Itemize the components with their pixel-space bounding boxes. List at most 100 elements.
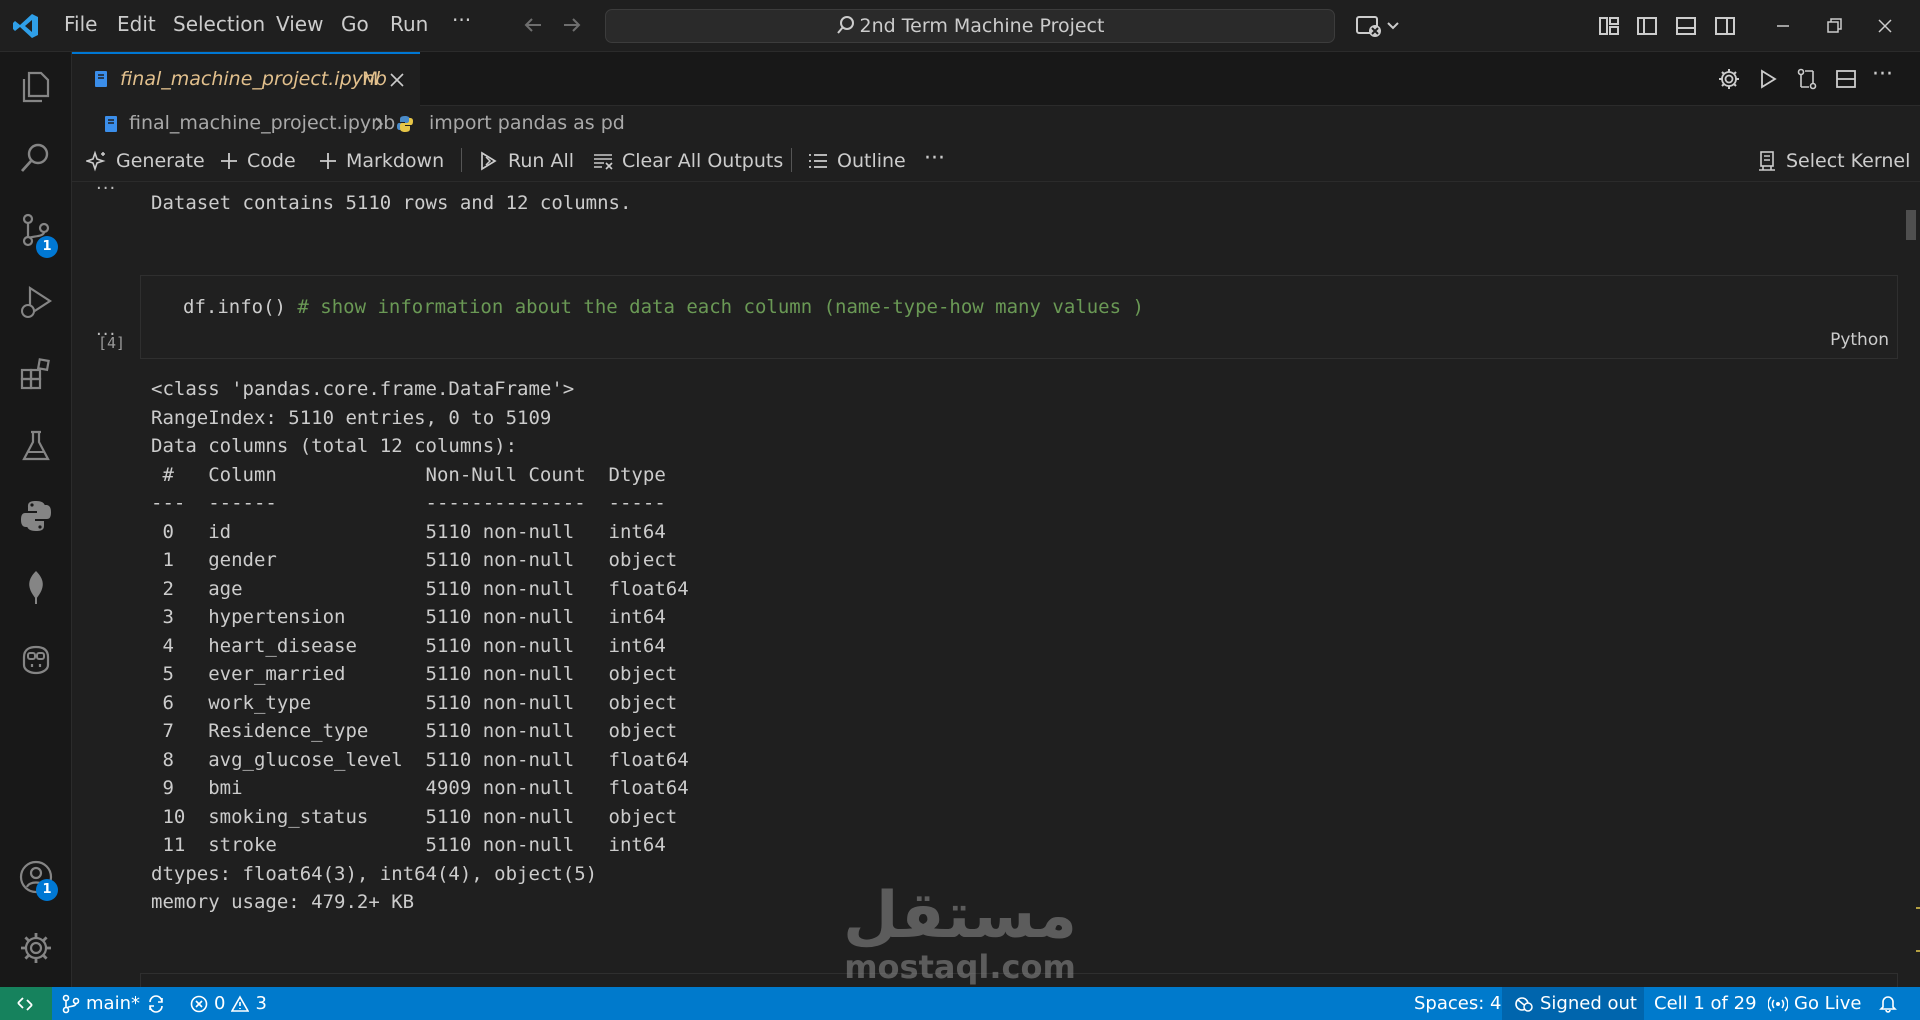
explorer-icon[interactable]	[18, 69, 54, 105]
sparkle-icon	[86, 150, 108, 172]
branch-indicator[interactable]: main*	[62, 993, 166, 1014]
output-more-icon[interactable]: ···	[96, 324, 116, 345]
notifications-bell-icon[interactable]	[1878, 993, 1898, 1013]
select-kernel-button[interactable]: Select Kernel	[1756, 147, 1910, 175]
menu-more-icon[interactable]: ···	[452, 8, 471, 32]
tab-final-machine-project[interactable]: final_machine_project.ipynb M	[72, 52, 420, 106]
menu-run[interactable]: Run	[390, 12, 428, 36]
outline-label: Outline	[837, 150, 906, 172]
copilot-icon[interactable]	[18, 641, 54, 677]
scrollbar-thumb[interactable]	[1906, 210, 1916, 240]
menu-file[interactable]: File	[64, 12, 97, 36]
notebook-settings-gear-icon[interactable]	[1717, 67, 1741, 91]
menu-edit[interactable]: Edit	[117, 12, 156, 36]
notebook-toolbar: Generate Code Markdown Run All Clear All…	[72, 142, 1920, 182]
toolbar-more-icon[interactable]: ···	[924, 146, 945, 171]
output-line: # Column Non-Null Count Dtype	[151, 463, 689, 486]
accounts-badge: 1	[36, 879, 58, 901]
run-debug-icon[interactable]	[18, 284, 54, 320]
vscode-logo-icon	[12, 12, 40, 40]
error-icon	[190, 995, 208, 1013]
cell-position-indicator[interactable]: Cell 1 of 29	[1654, 993, 1757, 1014]
problems-indicator[interactable]: 0 3	[190, 993, 267, 1014]
plus-icon	[219, 151, 239, 171]
output-line: memory usage: 479.2+ KB	[151, 891, 415, 913]
run-all-button[interactable]: Run All	[478, 147, 574, 175]
add-markdown-cell-button[interactable]: Markdown	[318, 147, 444, 175]
close-window-icon[interactable]	[1874, 15, 1896, 37]
menu-go[interactable]: Go	[341, 12, 369, 36]
search-icon	[836, 15, 856, 35]
toolbar-separator	[461, 148, 462, 172]
breadcrumb-file-icon	[104, 115, 118, 133]
code-label: Code	[247, 150, 296, 172]
clear-all-outputs-button[interactable]: Clear All Outputs	[592, 147, 783, 175]
code-cell[interactable]: df.info() # show information about the d…	[140, 275, 1898, 359]
clear-all-outputs-label: Clear All Outputs	[622, 150, 784, 172]
signed-out-highlight[interactable]: Signed out	[1502, 987, 1644, 1020]
copilot-menu-icon[interactable]	[1356, 14, 1400, 38]
python-icon[interactable]	[18, 498, 54, 534]
breadcrumb-chevron-icon	[372, 116, 386, 132]
mongodb-leaf-icon[interactable]	[18, 569, 54, 605]
output-line: --- ------ -------------- -----	[151, 492, 689, 514]
output-more-icon[interactable]: ···	[96, 182, 116, 199]
extensions-icon[interactable]	[18, 356, 54, 392]
accounts-sync-icon	[1514, 994, 1534, 1014]
toggle-secondary-sidebar-icon[interactable]	[1714, 15, 1736, 37]
remote-icon	[15, 994, 35, 1014]
toggle-panel-icon[interactable]	[1675, 15, 1697, 37]
customize-layout-icon[interactable]	[1598, 15, 1620, 37]
breadcrumb-file[interactable]: final_machine_project.ipynb	[129, 112, 395, 134]
menu-selection[interactable]: Selection	[173, 12, 265, 36]
output-line: 4 heart_disease 5110 non-null int64	[151, 634, 689, 657]
breadcrumb-python-icon	[396, 115, 414, 133]
tab-close-icon[interactable]	[388, 71, 406, 89]
back-arrow-icon[interactable]	[522, 14, 544, 36]
error-count: 0	[214, 993, 226, 1014]
remote-indicator[interactable]	[0, 987, 52, 1020]
indentation-label: Spaces: 4	[1414, 993, 1502, 1014]
output-line: 8 avg_glucose_level 5110 non-null float6…	[151, 748, 689, 771]
status-bar: main* 0 3 Spaces: 4 Signed out Cell 1 of…	[0, 987, 1920, 1020]
editor-more-actions-icon[interactable]: ···	[1872, 62, 1893, 87]
select-kernel-label: Select Kernel	[1786, 150, 1911, 172]
editor-scrollbar[interactable]	[1904, 182, 1918, 987]
notebook-file-icon	[94, 70, 108, 88]
outline-button[interactable]: Outline	[807, 147, 906, 175]
code-call: df.info()	[183, 296, 286, 318]
command-center-search[interactable]: 2nd Term Machine Project	[605, 9, 1335, 43]
add-code-cell-button[interactable]: Code	[219, 147, 296, 175]
split-editor-icon[interactable]	[1834, 67, 1858, 91]
indentation-indicator[interactable]: Spaces: 4	[1414, 993, 1501, 1014]
go-live-button[interactable]: Go Live	[1768, 993, 1861, 1014]
search-text: 2nd Term Machine Project	[859, 15, 1105, 37]
outline-list-icon	[807, 150, 829, 172]
generate-button[interactable]: Generate	[86, 147, 205, 175]
df-info-output: <class 'pandas.core.frame.DataFrame'> Ran…	[151, 375, 689, 917]
run-notebook-play-icon[interactable]	[1756, 67, 1780, 91]
menu-view[interactable]: View	[276, 12, 323, 36]
generate-label: Generate	[116, 150, 205, 172]
restore-icon[interactable]	[1823, 15, 1845, 37]
output-line: 1 gender 5110 non-null object	[151, 549, 689, 571]
forward-arrow-icon[interactable]	[561, 14, 583, 36]
watermark-logo: مستقل mostaql.com	[830, 882, 1090, 984]
watermark-latin: mostaql.com	[844, 948, 1076, 986]
cell-language[interactable]: Python	[1830, 330, 1889, 350]
scroll-marker	[1916, 950, 1920, 952]
toggle-primary-sidebar-icon[interactable]	[1636, 15, 1658, 37]
clear-outputs-icon	[592, 150, 614, 172]
breadcrumb-symbol[interactable]: import pandas as pd	[429, 112, 625, 134]
branch-icon	[62, 994, 80, 1014]
minimize-icon[interactable]	[1772, 15, 1794, 37]
sync-icon[interactable]	[146, 994, 166, 1014]
search-view-icon[interactable]	[18, 140, 54, 176]
manage-gear-icon[interactable]	[18, 930, 54, 966]
output-line: 2 age 5110 non-null float64	[151, 577, 689, 600]
testing-flask-icon[interactable]	[18, 428, 54, 464]
output-line: 7 Residence_type 5110 non-null object	[151, 720, 689, 742]
code-line[interactable]: df.info() # show information about the d…	[183, 296, 1144, 318]
output-line: Data columns (total 12 columns):	[151, 435, 518, 457]
compare-changes-icon[interactable]	[1795, 67, 1819, 91]
